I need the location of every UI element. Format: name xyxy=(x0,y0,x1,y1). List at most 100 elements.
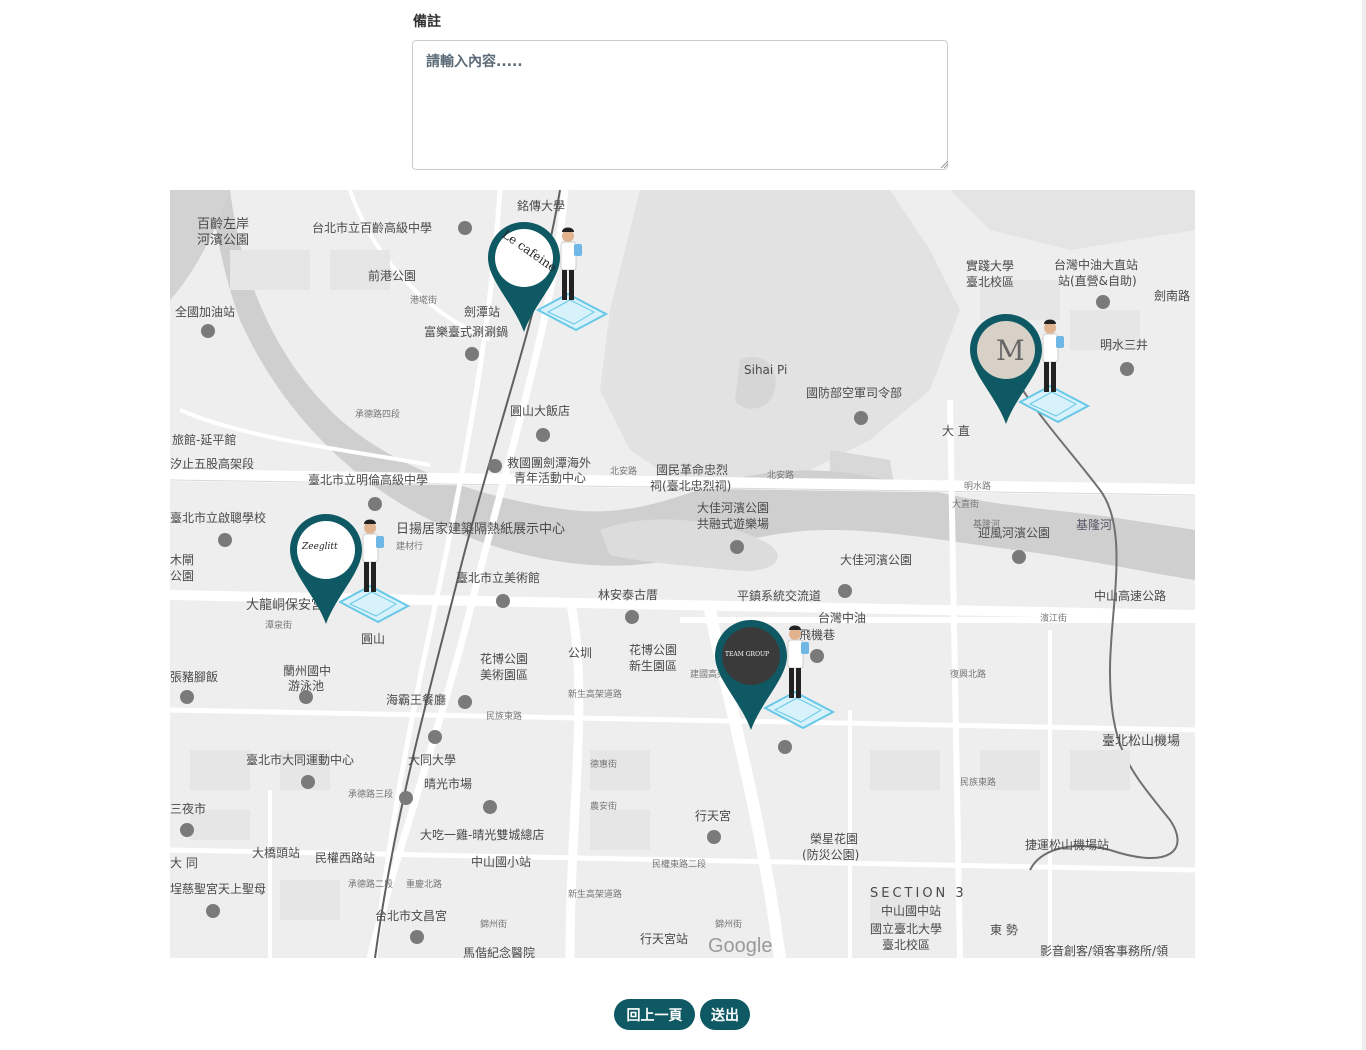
poi-icon[interactable] xyxy=(1096,295,1110,309)
map-label: 前港公園 xyxy=(368,269,417,283)
map-label: 張豬腳飯 xyxy=(170,670,219,684)
map-label: 基隆河 xyxy=(1076,518,1113,532)
map-label: 新生高架道路 xyxy=(568,890,623,900)
map-label: 馬偕紀念醫院 xyxy=(463,946,536,958)
map-label: 共融式遊樂場 xyxy=(697,517,770,531)
marker-brand: TEAM GROUP xyxy=(725,651,770,658)
map-label: 國民革命忠烈 xyxy=(656,463,729,477)
map-view[interactable]: 百齡左岸 河濱公園 台北市立百齡高級中學 銘傳大學 前港公園 全國加油站 劍潭站… xyxy=(170,190,1195,958)
google-logo: Google xyxy=(708,935,773,957)
back-button[interactable]: 回上一頁 xyxy=(614,999,695,1030)
map-label: 美術園區 xyxy=(480,668,529,682)
notes-textarea[interactable] xyxy=(412,40,948,170)
map-label: 北安路 xyxy=(610,467,638,477)
map-label: 榮星花園 xyxy=(810,832,859,846)
marker-brand: Zeeglitt xyxy=(302,542,338,552)
map-label: 大佳河濱公園 xyxy=(840,553,913,567)
map-label: 旅館-延平館 xyxy=(172,433,237,447)
map-label: Sihai Pi xyxy=(744,363,788,377)
poi-icon[interactable] xyxy=(458,221,472,235)
map-label: 捷運松山機場站 xyxy=(1025,838,1110,852)
map-label: 圓山大飯店 xyxy=(510,404,571,418)
map-label: SECTION 3 xyxy=(870,886,967,901)
map-marker[interactable]: TEAM GROUP xyxy=(715,620,835,760)
map-label: 中山國小站 xyxy=(471,855,532,869)
map-marker[interactable]: M xyxy=(970,314,1090,454)
map-label: 港墘街 xyxy=(410,296,438,306)
map-label: 農安街 xyxy=(590,802,618,812)
map-label: 臺北市大同運動中心 xyxy=(246,753,355,767)
map-label: 影音創客/領客事務所/領 xyxy=(1040,944,1169,958)
map-label: 民族東路 xyxy=(960,778,997,788)
map-label: 錦州街 xyxy=(480,920,508,930)
map-label: 大 直 xyxy=(942,424,970,438)
map-label: 台灣中油大直站 xyxy=(1054,258,1139,272)
map-label: 銘傳大學 xyxy=(517,199,566,213)
map-label: 公園 xyxy=(170,569,195,583)
map-label: 站(直營&自助) xyxy=(1058,274,1137,288)
map-label: 林安泰古厝 xyxy=(598,588,659,602)
map-label: 東 勢 xyxy=(990,923,1018,937)
map-label: 台北市立百齡高級中學 xyxy=(312,221,433,235)
map-label: 海霸王餐廳 xyxy=(386,693,447,707)
poi-icon[interactable] xyxy=(180,690,194,704)
poi-icon[interactable] xyxy=(838,584,852,598)
poi-icon[interactable] xyxy=(201,324,215,338)
map-label: 錦州街 xyxy=(715,920,743,930)
poi-icon[interactable] xyxy=(488,459,502,473)
poi-icon[interactable] xyxy=(496,594,510,608)
map-label: 國防部空軍司令部 xyxy=(806,386,903,400)
map-label: 埕慈聖宮天上聖母 xyxy=(170,882,267,896)
map-marker[interactable]: Le cafeine xyxy=(488,222,608,362)
map-label: 重慶北路 xyxy=(406,880,443,890)
map-label: 新生高架道路 xyxy=(568,690,623,700)
map-label: 臺北校區 xyxy=(966,275,1015,289)
map-label: 濱江街 xyxy=(1040,614,1068,624)
map-label: 大直街 xyxy=(952,500,980,510)
poi-icon[interactable] xyxy=(410,930,424,944)
notes-label: 備註 xyxy=(413,14,441,30)
poi-icon[interactable] xyxy=(707,830,721,844)
map-label: 大同大學 xyxy=(408,753,457,767)
map-label: 行天宮站 xyxy=(640,932,689,946)
map-marker[interactable]: Zeeglitt xyxy=(290,514,410,654)
poi-icon[interactable] xyxy=(458,695,472,709)
map-label: 花博公園 xyxy=(480,652,529,666)
map-label: 承德路四段 xyxy=(355,410,401,420)
map-label: 祠(臺北忠烈祠) xyxy=(650,479,732,493)
poi-icon[interactable] xyxy=(854,411,868,425)
poi-icon[interactable] xyxy=(625,610,639,624)
map-label: 蘭州國中 xyxy=(283,664,332,678)
map-label: 大橋頭站 xyxy=(252,846,301,860)
poi-icon[interactable] xyxy=(1120,362,1134,376)
poi-icon[interactable] xyxy=(1012,550,1026,564)
map-label: 復興北路 xyxy=(950,670,987,680)
poi-icon[interactable] xyxy=(206,904,220,918)
poi-icon[interactable] xyxy=(218,533,232,547)
poi-icon[interactable] xyxy=(428,730,442,744)
poi-icon[interactable] xyxy=(536,428,550,442)
map-label: 民權東路二段 xyxy=(652,860,707,870)
map-label: 平鎮系統交流道 xyxy=(737,589,822,603)
poi-icon[interactable] xyxy=(483,800,497,814)
map-label: 民權西路站 xyxy=(315,851,376,865)
map-label: 明水三井 xyxy=(1100,338,1149,352)
map-label: 台北市文昌宮 xyxy=(375,909,448,923)
page-scrollbar[interactable] xyxy=(1362,0,1366,1050)
poi-icon[interactable] xyxy=(368,497,382,511)
map-label: 大佳河濱公園 xyxy=(697,501,770,515)
submit-button[interactable]: 送出 xyxy=(700,999,750,1030)
map-label: 晴光市場 xyxy=(424,777,473,791)
poi-icon[interactable] xyxy=(399,791,413,805)
poi-icon[interactable] xyxy=(730,540,744,554)
poi-icon[interactable] xyxy=(301,775,315,789)
map-label: 百齡左岸 xyxy=(197,217,250,232)
poi-icon[interactable] xyxy=(299,690,313,704)
poi-icon[interactable] xyxy=(180,823,194,837)
map-label: 花博公園 xyxy=(629,643,678,657)
map-label: 青年活動中心 xyxy=(514,471,587,485)
map-label: 承德路三段 xyxy=(348,790,394,800)
poi-icon[interactable] xyxy=(465,347,479,361)
map-label: 汐止五股高架段 xyxy=(170,457,255,471)
map-label: 公圳 xyxy=(568,646,593,660)
